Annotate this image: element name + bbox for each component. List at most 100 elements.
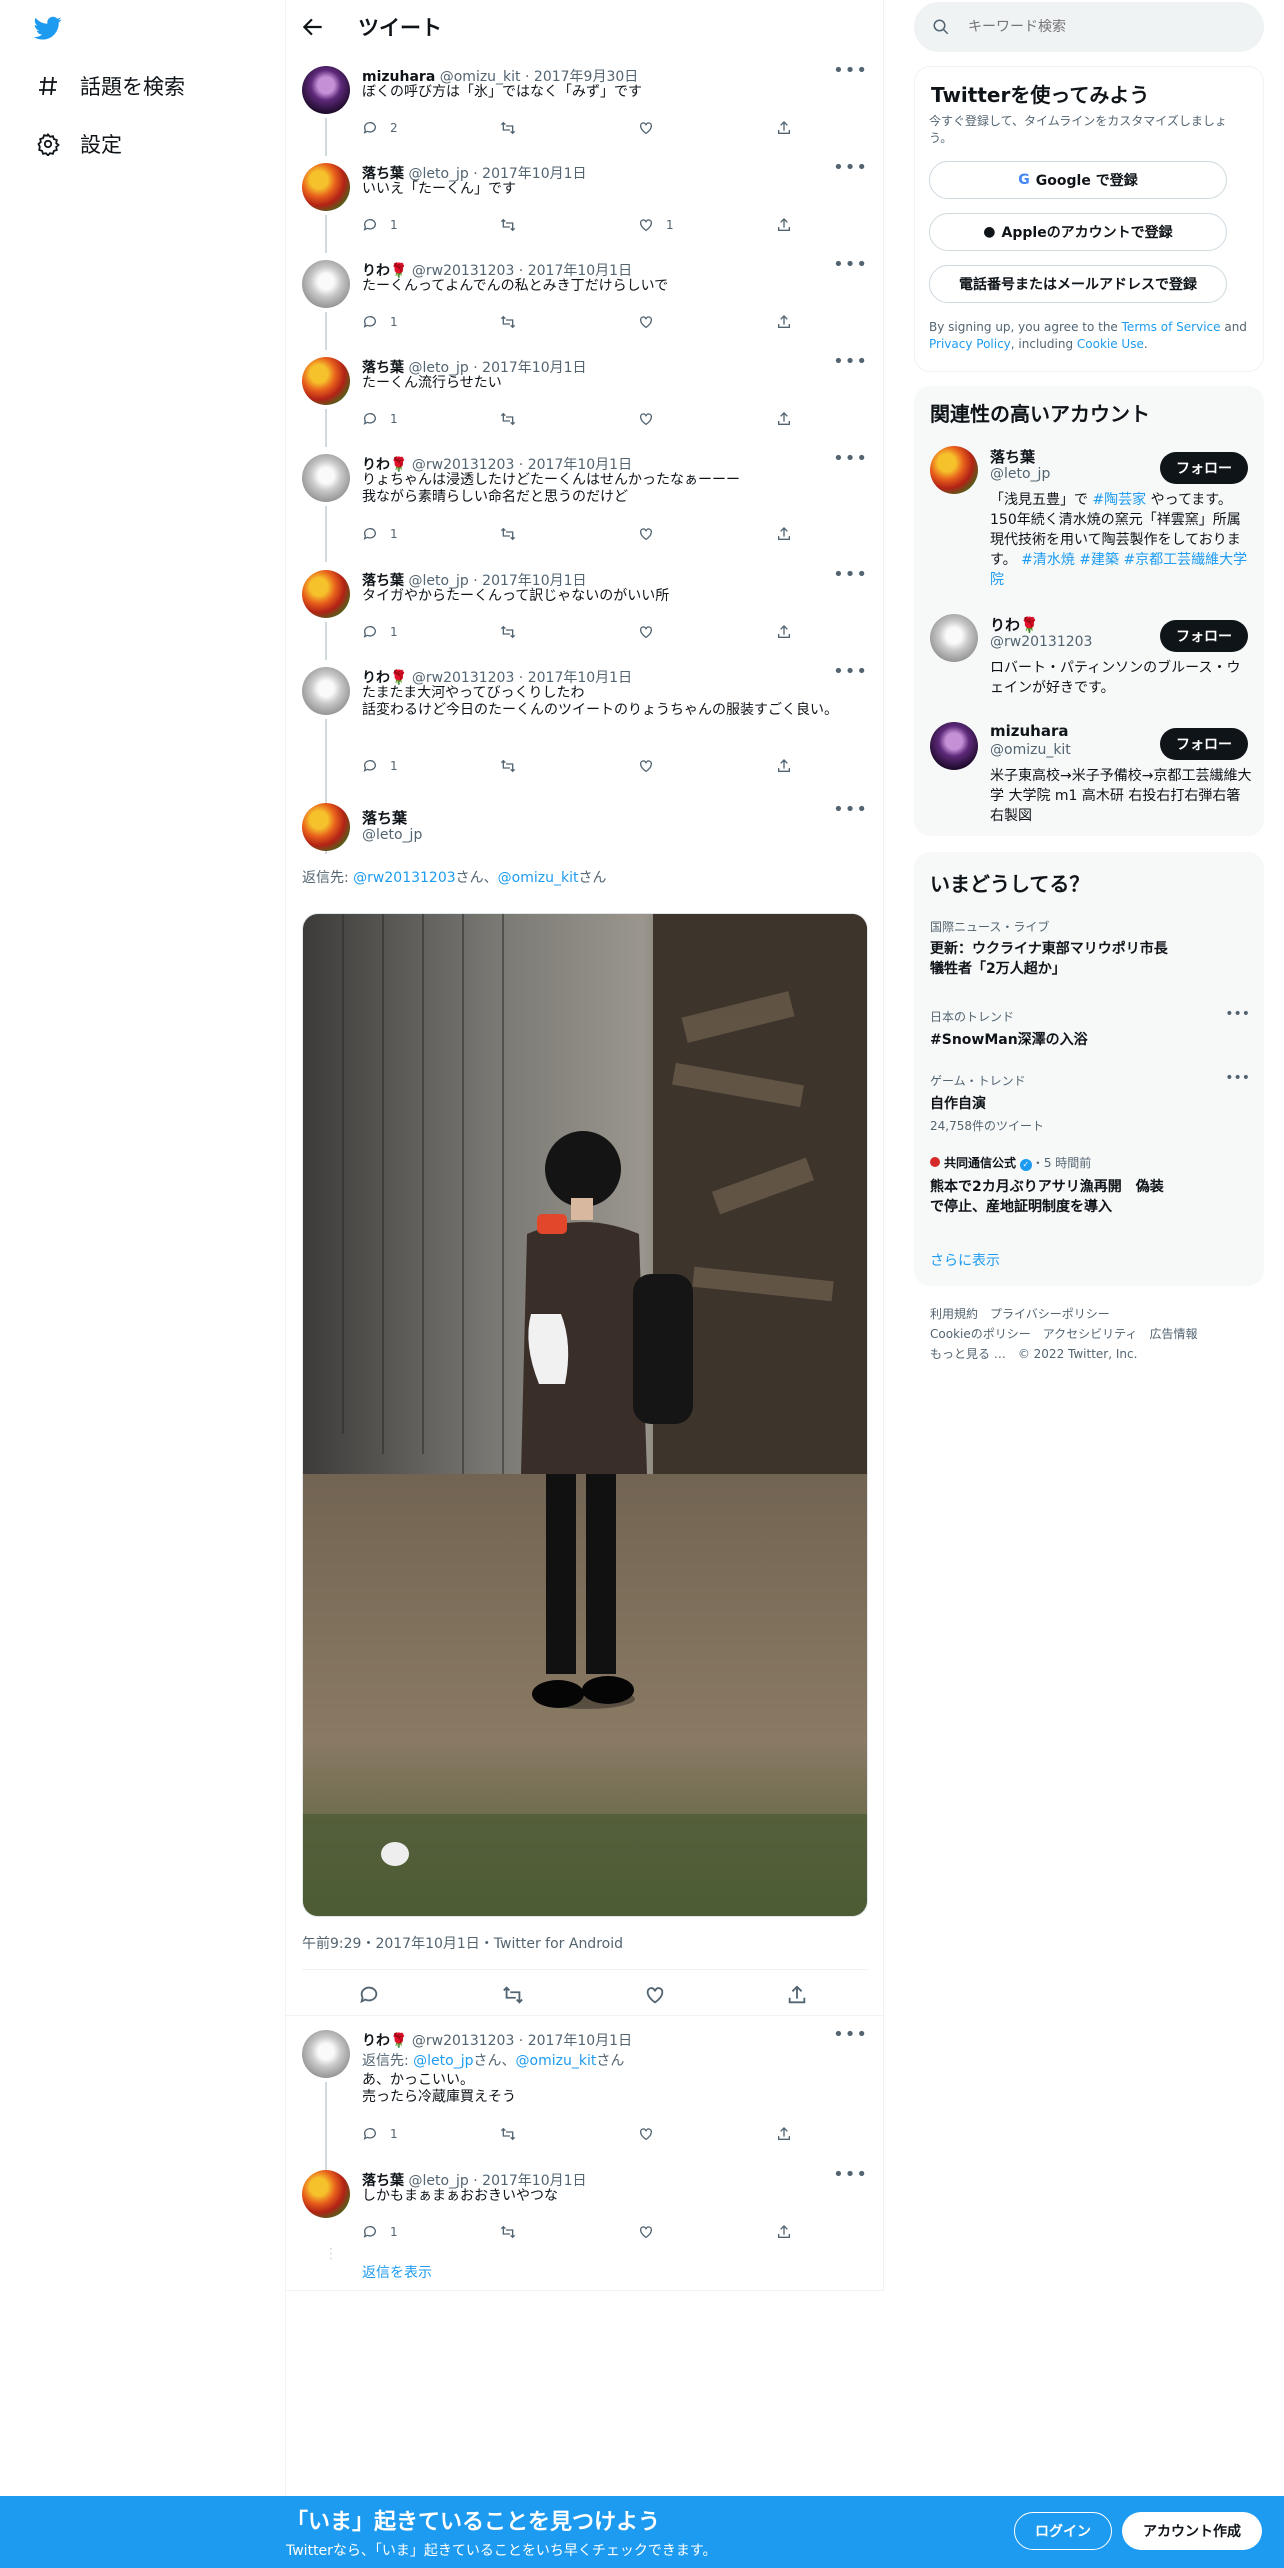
- tweet-author-handle[interactable]: @rw20131203: [412, 670, 514, 686]
- more-options-icon[interactable]: •••: [833, 254, 868, 275]
- search-input[interactable]: [968, 19, 1228, 35]
- tweet-date[interactable]: 2017年10月1日: [528, 2033, 632, 2049]
- more-options-icon[interactable]: •••: [833, 564, 868, 585]
- like-button[interactable]: [638, 2126, 654, 2142]
- tweet-item[interactable]: 落ち葉 @leto_jp · 2017年10月1日 ••• タイガやからたーくん…: [286, 564, 884, 660]
- more-options-icon[interactable]: •••: [1225, 1070, 1250, 1086]
- share-button[interactable]: [776, 217, 792, 233]
- tweet-item[interactable]: りわ🌹 @rw20131203 · 2017年10月1日 ••• たーくんってよ…: [286, 254, 884, 350]
- more-options-icon[interactable]: •••: [833, 2164, 868, 2185]
- reply-button[interactable]: 1: [362, 314, 398, 330]
- tweet-item[interactable]: りわ🌹 @rw20131203 · 2017年10月1日 ••• りょちゃんは浸…: [286, 448, 884, 562]
- twitter-logo-icon[interactable]: [32, 14, 64, 42]
- avatar[interactable]: [930, 722, 978, 770]
- tweet-author-name[interactable]: りわ🌹: [362, 670, 407, 686]
- follow-button[interactable]: フォロー: [1160, 452, 1248, 484]
- more-options-icon[interactable]: •••: [833, 799, 868, 820]
- like-button[interactable]: [638, 526, 654, 542]
- tweet-date[interactable]: 2017年10月1日: [482, 2173, 586, 2189]
- tweet-date[interactable]: 2017年10月1日: [482, 573, 586, 589]
- avatar[interactable]: [930, 446, 978, 494]
- tweet-item[interactable]: mizuhara @omizu_kit · 2017年9月30日 ••• ぼくの…: [286, 60, 884, 156]
- footer-link[interactable]: アクセシビリティ: [1043, 1327, 1138, 1341]
- tweet-item[interactable]: ⋮ 落ち葉 @leto_jp · 2017年10月1日 ••• しかもまぁまぁお…: [286, 2164, 884, 2281]
- hashtag-link[interactable]: #建築: [1079, 552, 1119, 568]
- trend-item[interactable]: 共同通信公式 ✓ ・5 時間前 熊本で2カ月ぶりアサリ漁再開 偽装で停止、産地証明…: [930, 1154, 1250, 1217]
- more-options-icon[interactable]: •••: [833, 60, 868, 81]
- retweet-button[interactable]: [500, 120, 516, 136]
- tweet-author-name[interactable]: りわ🌹: [362, 2033, 407, 2049]
- retweet-button[interactable]: [500, 624, 516, 640]
- tweet-author-name[interactable]: mizuhara: [362, 69, 435, 85]
- reply-icon[interactable]: [358, 1984, 380, 2006]
- footer-link[interactable]: Cookieのポリシー: [930, 1327, 1031, 1341]
- tweet-author-name[interactable]: 落ち葉: [362, 573, 404, 589]
- search-box[interactable]: [914, 2, 1264, 52]
- account-name[interactable]: 落ち葉: [990, 446, 1035, 467]
- tweet-author-name[interactable]: りわ🌹: [362, 457, 407, 473]
- more-options-icon[interactable]: •••: [833, 661, 868, 682]
- avatar[interactable]: [302, 454, 350, 502]
- account-handle[interactable]: @leto_jp: [990, 466, 1050, 482]
- tweet-author-handle[interactable]: @omizu_kit: [440, 69, 521, 85]
- tweet-author-handle[interactable]: @leto_jp: [408, 2173, 468, 2189]
- retweet-icon[interactable]: [502, 1984, 524, 2006]
- tweet-date[interactable]: 2017年10月1日: [482, 360, 586, 376]
- reply-button[interactable]: 1: [362, 411, 398, 427]
- google-signup-button[interactable]: G Google で登録: [929, 161, 1227, 199]
- tweet-author-name[interactable]: 落ち葉: [362, 807, 407, 828]
- related-account[interactable]: mizuhara @omizu_kit フォロー 米子東高校→米子予備校→京都工…: [914, 722, 1264, 832]
- reply-button[interactable]: 1: [362, 624, 398, 640]
- avatar[interactable]: [302, 2170, 350, 2218]
- more-options-icon[interactable]: •••: [833, 2024, 868, 2045]
- tweet-author-handle[interactable]: @leto_jp: [408, 360, 468, 376]
- retweet-button[interactable]: [500, 217, 516, 233]
- retweet-button[interactable]: [500, 2224, 516, 2240]
- nav-settings[interactable]: 設定: [34, 124, 122, 164]
- reply-button[interactable]: 1: [362, 758, 398, 774]
- like-button[interactable]: [638, 411, 654, 427]
- privacy-link[interactable]: Privacy Policy: [929, 337, 1011, 351]
- avatar[interactable]: [302, 357, 350, 405]
- footer-more-link[interactable]: もっと見る …: [930, 1347, 1006, 1361]
- share-icon[interactable]: [786, 1984, 808, 2006]
- tweet-author-name[interactable]: 落ち葉: [362, 166, 404, 182]
- tweet-date[interactable]: 2017年10月1日: [528, 670, 632, 686]
- mention-link[interactable]: @omizu_kit: [516, 2053, 597, 2069]
- avatar[interactable]: [930, 614, 978, 662]
- retweet-button[interactable]: [500, 526, 516, 542]
- like-button[interactable]: [638, 624, 654, 640]
- retweet-button[interactable]: [500, 411, 516, 427]
- tweet-date[interactable]: 2017年9月30日: [534, 69, 638, 85]
- account-handle[interactable]: @rw20131203: [990, 634, 1092, 650]
- related-account[interactable]: 落ち葉 @leto_jp フォロー 「浅見五豊」で #陶芸家 やってます。150…: [914, 446, 1264, 602]
- reply-button[interactable]: 1: [362, 2224, 398, 2240]
- avatar[interactable]: [302, 260, 350, 308]
- retweet-button[interactable]: [500, 758, 516, 774]
- apple-signup-button[interactable]: ● Appleのアカウントで登録: [929, 213, 1227, 251]
- footer-link[interactable]: 広告情報: [1149, 1327, 1197, 1341]
- account-name[interactable]: りわ🌹: [990, 614, 1039, 635]
- share-button[interactable]: [776, 758, 792, 774]
- phone-signup-button[interactable]: 電話番号またはメールアドレスで登録: [929, 265, 1227, 303]
- like-button[interactable]: [638, 2224, 654, 2240]
- account-name[interactable]: mizuhara: [990, 722, 1069, 740]
- retweet-button[interactable]: [500, 314, 516, 330]
- back-arrow-icon[interactable]: [300, 14, 326, 40]
- heart-icon[interactable]: [644, 1984, 666, 2006]
- like-button[interactable]: [638, 314, 654, 330]
- related-account[interactable]: りわ🌹 @rw20131203 フォロー ロバート・パティンソンのブルース・ウェ…: [914, 614, 1264, 706]
- like-button[interactable]: [638, 120, 654, 136]
- share-button[interactable]: [776, 120, 792, 136]
- trend-item[interactable]: 国際ニュース・ライブ 更新：ウクライナ東部マリウポリ市長 犠牲者「2万人超か」: [930, 918, 1250, 979]
- follow-button[interactable]: フォロー: [1160, 728, 1248, 760]
- nav-explore[interactable]: 話題を検索: [34, 66, 185, 106]
- tweet-author-handle[interactable]: @rw20131203: [412, 263, 514, 279]
- account-handle[interactable]: @omizu_kit: [990, 742, 1071, 758]
- login-button[interactable]: ログイン: [1014, 2512, 1112, 2550]
- tweet-item[interactable]: りわ🌹 @rw20131203 · 2017年10月1日 ••• たまたま大河や…: [286, 661, 884, 854]
- tweet-date[interactable]: 2017年10月1日: [528, 263, 632, 279]
- tweet-author-handle[interactable]: @leto_jp: [362, 827, 422, 843]
- hashtag-link[interactable]: #清水焼: [1021, 552, 1075, 568]
- trend-item[interactable]: 日本のトレンド #SnowMan深澤の入浴 •••: [930, 1006, 1250, 1049]
